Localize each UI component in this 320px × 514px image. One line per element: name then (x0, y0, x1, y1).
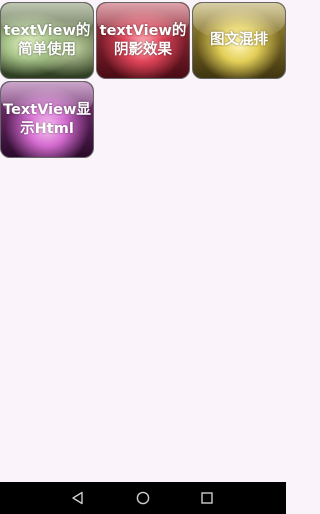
home-button[interactable] (123, 482, 163, 514)
tile-textview-simple[interactable]: textView的简单使用 (0, 2, 94, 79)
home-circle-icon (136, 491, 150, 505)
tile-label: textView的简单使用 (3, 22, 91, 58)
tile-image-text-mix[interactable]: 图文混排 (192, 2, 286, 79)
tile-textview-shadow[interactable]: textView的阴影效果 (96, 2, 190, 79)
tile-textview-html[interactable]: TextView显示Html (0, 81, 94, 158)
tile-label: 图文混排 (210, 32, 268, 48)
app-screen: textView的简单使用 textView的阴影效果 图文混排 TextVie… (0, 0, 286, 514)
back-triangle-icon (72, 491, 83, 505)
tile-label: textView的阴影效果 (99, 22, 187, 58)
system-navigation-bar (0, 482, 286, 514)
back-button[interactable] (58, 482, 98, 514)
recents-button[interactable] (187, 482, 227, 514)
recents-square-icon (201, 492, 213, 504)
tile-label: TextView显示Html (3, 101, 91, 137)
